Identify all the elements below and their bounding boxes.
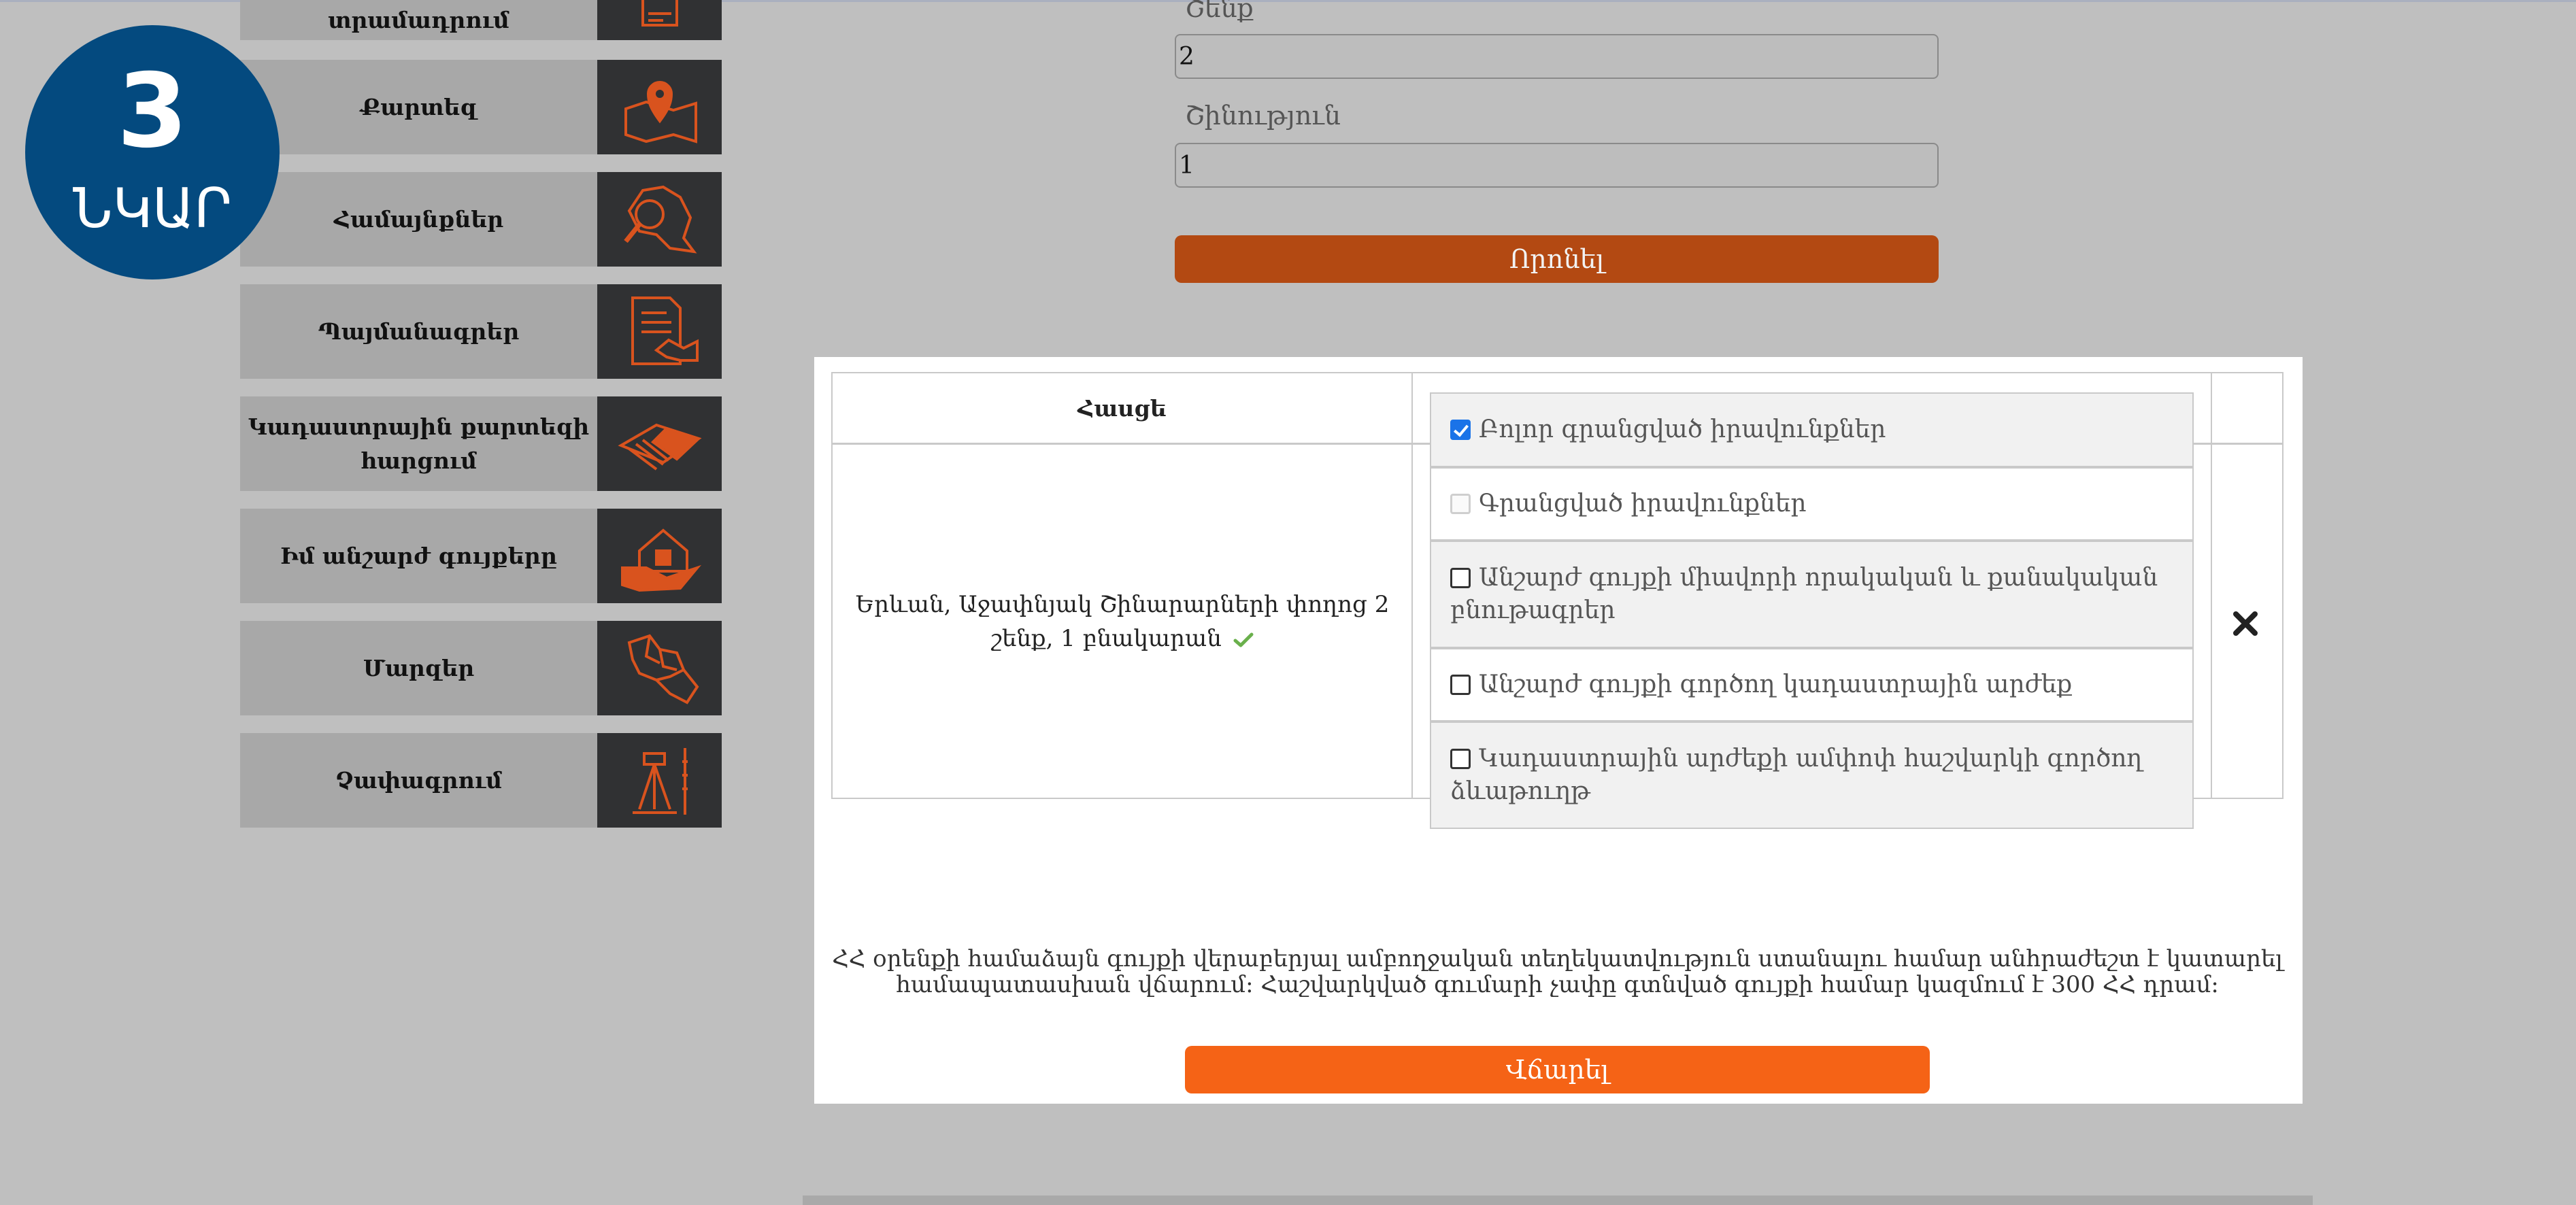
construction-label: Շինություն — [1185, 101, 1341, 131]
regions-map-icon — [597, 621, 722, 715]
pay-button[interactable]: Վճարել — [1185, 1046, 1930, 1093]
close-icon[interactable] — [2232, 610, 2259, 637]
document-list-icon — [597, 0, 722, 40]
map-search-icon — [597, 172, 722, 267]
option-label: Գրանցված իրավունքներ — [1479, 490, 1807, 517]
survey-tripod-icon — [597, 733, 722, 828]
column-divider — [2211, 373, 2212, 798]
sidebar-item-map[interactable]: Քարտեզ — [240, 60, 722, 154]
building-label: Շենք — [1185, 0, 1254, 23]
option-all-registered-rights[interactable]: Բոլոր գրանցված իրավունքներ — [1430, 392, 2194, 467]
bottom-shadow — [803, 1195, 2313, 1205]
address-text: Երևան, Աջափնյակ Շինարարների փողոց 2 շենք… — [855, 590, 1390, 652]
sidebar-item-measurement[interactable]: Չափագրում — [240, 733, 722, 828]
sidebar-item-regions[interactable]: Մարզեր — [240, 621, 722, 715]
search-button[interactable]: Որոնել — [1175, 235, 1939, 283]
checkbox-checked[interactable] — [1450, 420, 1471, 440]
sidebar-item-label: Մարզեր — [240, 621, 597, 715]
sidebar-item-cadastral-map-query[interactable]: Կադաստրային քարտեզի հարցում — [240, 396, 722, 491]
option-label: Կադաստրային արժեքի ամփոփ հաշվարկի գործող… — [1450, 745, 2143, 805]
sidebar-item-provision[interactable]: տրամադրում — [240, 0, 722, 40]
building-input[interactable] — [1175, 34, 1939, 79]
sidebar-item-label: Պայմանագրեր — [240, 284, 597, 379]
sidebar-item-my-properties[interactable]: Իմ անշարժ գույքերը — [240, 509, 722, 603]
checkbox[interactable] — [1450, 568, 1471, 588]
construction-input[interactable] — [1175, 143, 1939, 188]
results-table: Հասցե Տեսակ Երևան, Աջափնյակ Շինարարների … — [831, 372, 2284, 829]
sidebar-item-label: Իմ անշարժ գույքերը — [240, 509, 597, 603]
checkbox[interactable] — [1450, 675, 1471, 695]
layers-map-icon — [597, 396, 722, 491]
option-cadastral-value[interactable]: Անշարժ գույքի գործող կադաստրային արժեք — [1430, 648, 2194, 722]
contract-handshake-icon — [597, 284, 722, 379]
option-label: Անշարժ գույքի միավորի որակական և քանակակ… — [1450, 564, 2158, 624]
sidebar-item-label: տրամադրում — [240, 0, 597, 40]
badge-number: 3 — [116, 52, 188, 171]
sidebar-item-label: Քարտեզ — [240, 60, 597, 154]
header-address: Հասցե — [1077, 394, 1167, 422]
step-badge: 3 ՆԿԱՐ — [25, 25, 280, 279]
checkmark-icon — [1233, 632, 1254, 647]
payment-notice: ՀՀ օրենքի համաձայն գույքի վերաբերյալ ամբ… — [832, 945, 2283, 998]
option-qualitative-quantitative[interactable]: Անշարժ գույքի միավորի որակական և քանակակ… — [1430, 541, 2194, 648]
results-modal: Հասցե Տեսակ Երևան, Աջափնյակ Շինարարների … — [814, 357, 2303, 1104]
option-label: Բոլոր գրանցված իրավունքներ — [1479, 415, 1886, 443]
checkbox[interactable] — [1450, 749, 1471, 769]
map-pin-icon — [597, 60, 722, 154]
option-registered-rights[interactable]: Գրանցված իրավունքներ — [1430, 467, 2194, 541]
sidebar-item-contracts[interactable]: Պայմանագրեր — [240, 284, 722, 379]
house-hand-icon — [597, 509, 722, 603]
address-cell: Երևան, Աջափնյակ Շինարարների փողոց 2 շենք… — [846, 445, 1399, 798]
option-label: Անշարժ գույքի գործող կադաստրային արժեք — [1479, 671, 2073, 698]
sidebar-item-communities[interactable]: Համայնքներ — [240, 172, 722, 267]
option-cadastral-summary-form[interactable]: Կադաստրային արժեքի ամփոփ հաշվարկի գործող… — [1430, 722, 2194, 829]
sidebar-item-label: Կադաստրային քարտեզի հարցում — [240, 396, 597, 491]
checkbox-disabled — [1450, 494, 1471, 514]
sidebar-item-label: Համայնքներ — [240, 172, 597, 267]
sidebar-item-label: Չափագրում — [240, 733, 597, 828]
badge-word: ՆԿԱՐ — [73, 177, 232, 240]
